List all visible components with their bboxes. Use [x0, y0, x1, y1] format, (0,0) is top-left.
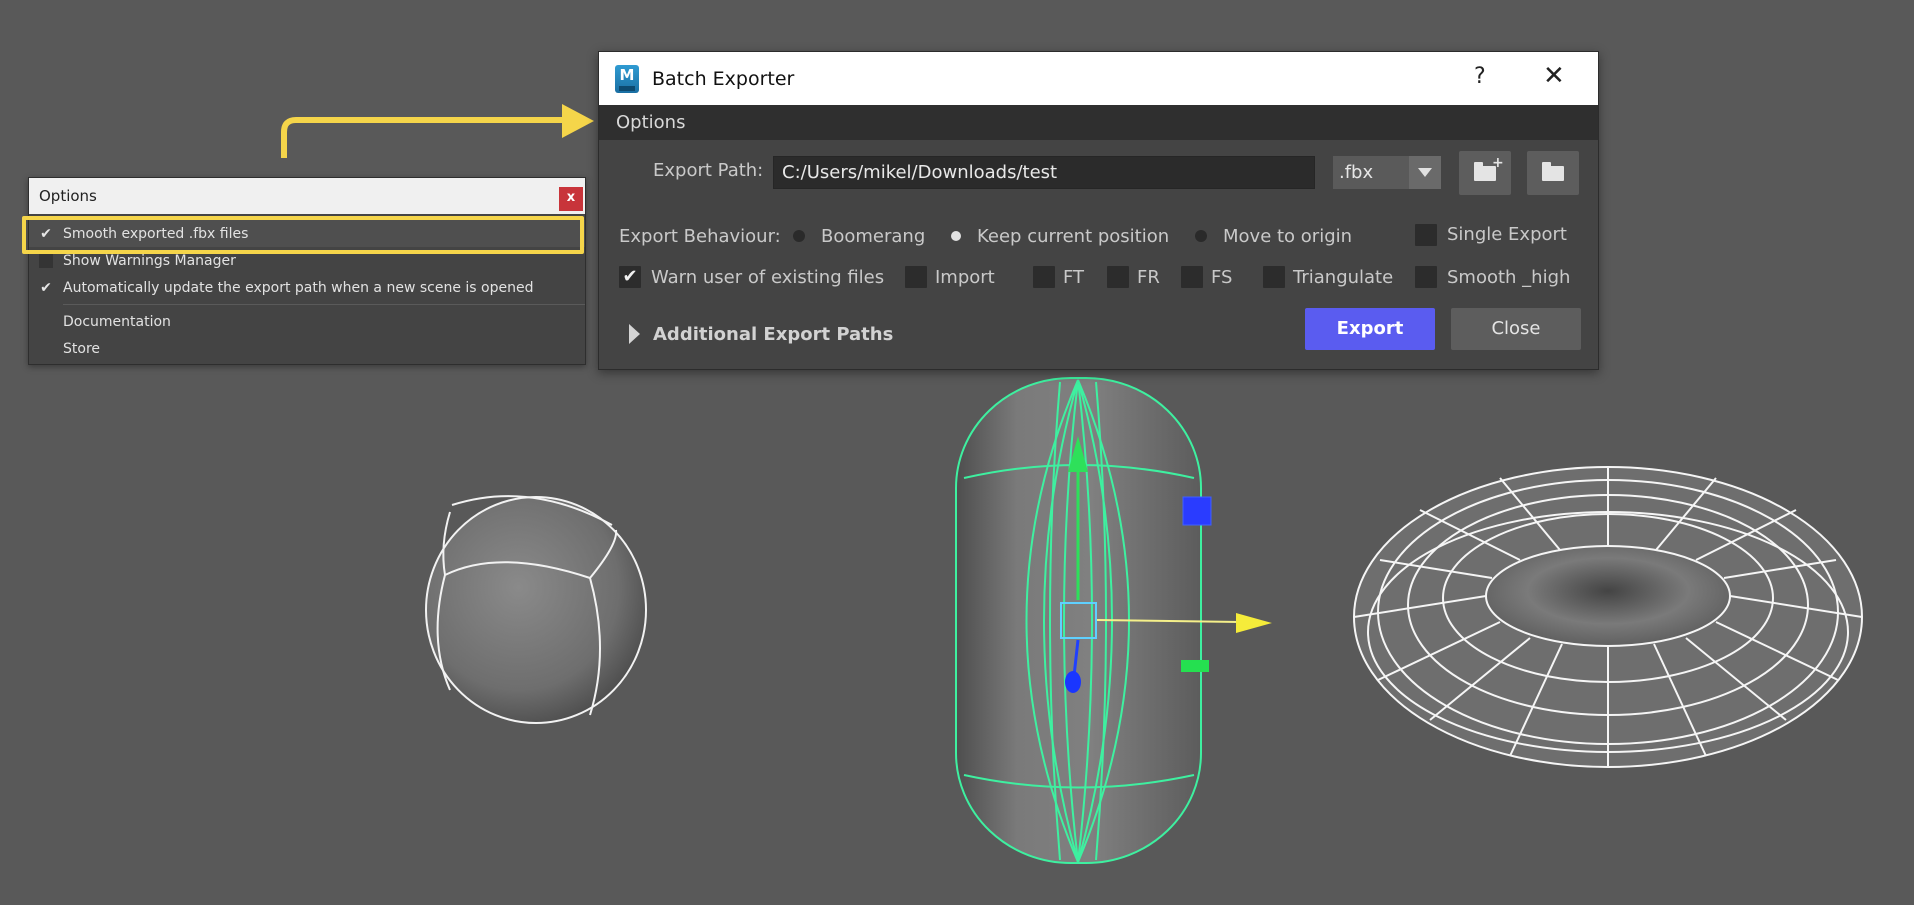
export-behaviour-label: Export Behaviour:	[619, 226, 781, 247]
callout-arrowhead	[562, 104, 594, 138]
radio-label-keep-position[interactable]: Keep current position	[977, 226, 1169, 247]
export-path-input[interactable]: C:/Users/mikel/Downloads/test	[773, 156, 1315, 189]
additional-export-paths-toggle[interactable]: Additional Export Paths	[653, 324, 893, 345]
close-icon[interactable]: ✕	[1543, 61, 1565, 91]
radio-label-move-to-origin[interactable]: Move to origin	[1223, 226, 1352, 247]
options-section-header[interactable]: Options	[599, 105, 1598, 140]
checkbox-fr[interactable]	[1107, 266, 1129, 288]
menu-item-label: Documentation	[63, 313, 171, 330]
options-popup-title: Options	[39, 187, 97, 205]
export-button[interactable]: Export	[1305, 308, 1435, 350]
help-icon[interactable]: ?	[1474, 64, 1486, 89]
open-folder-button[interactable]	[1527, 151, 1579, 195]
extension-value: .fbx	[1339, 162, 1374, 183]
export-path-row: Export Path: C:/Users/mikel/Downloads/te…	[599, 151, 1598, 195]
checkbox-label-ft[interactable]: FT	[1063, 267, 1084, 288]
radio-keep-position[interactable]	[951, 231, 961, 241]
checkbox-single-export[interactable]	[1415, 224, 1437, 246]
batch-exporter-window: M Batch Exporter ? ✕ Options Export Path…	[598, 51, 1599, 370]
sphere-object[interactable]	[425, 495, 647, 724]
checkbox-ft[interactable]	[1033, 266, 1055, 288]
callout-arrow	[281, 117, 568, 158]
menu-separator	[63, 304, 585, 305]
checkbox-label-warn-existing[interactable]: Warn user of existing files	[651, 267, 884, 288]
checkbox-fs[interactable]	[1181, 266, 1203, 288]
maya-app-icon: M	[615, 64, 639, 93]
radio-move-to-origin[interactable]	[1195, 230, 1207, 242]
checkbox-label-triangulate[interactable]: Triangulate	[1293, 267, 1393, 288]
menu-item-auto-update-path[interactable]: ✔ Automatically update the export path w…	[29, 274, 585, 301]
torus-object[interactable]	[1353, 466, 1863, 768]
capsule-object[interactable]	[955, 377, 1272, 864]
window-titlebar: M Batch Exporter ? ✕	[599, 52, 1598, 105]
checkbox-label-smooth-high[interactable]: Smooth _high	[1447, 267, 1570, 288]
close-icon[interactable]: x	[559, 187, 583, 211]
menu-item-label: Show Warnings Manager	[63, 252, 236, 269]
checkbox-import[interactable]	[905, 266, 927, 288]
chevron-down-icon	[1409, 156, 1441, 189]
new-folder-button[interactable]: +	[1459, 151, 1511, 195]
menu-item-label: Automatically update the export path whe…	[63, 279, 534, 296]
options-popup-titlebar: Options x	[29, 178, 585, 214]
radio-label-boomerang[interactable]: Boomerang	[821, 226, 925, 247]
export-path-label: Export Path:	[653, 160, 764, 181]
menu-item-label: Store	[63, 340, 101, 357]
checkbox-warn-existing[interactable]: ✔	[619, 266, 641, 288]
checkbox-label-fs[interactable]: FS	[1211, 267, 1232, 288]
radio-boomerang[interactable]	[793, 230, 805, 242]
checkbox-label-import[interactable]: Import	[935, 267, 995, 288]
highlight-frame	[22, 216, 584, 254]
extension-dropdown[interactable]: .fbx	[1333, 156, 1441, 189]
menu-item-store[interactable]: Store	[29, 335, 585, 362]
checkbox-triangulate[interactable]	[1263, 266, 1285, 288]
open-folder-icon	[1542, 162, 1564, 181]
checkbox-smooth-high[interactable]	[1415, 266, 1437, 288]
menu-item-documentation[interactable]: Documentation	[29, 308, 585, 335]
checkbox-label-fr[interactable]: FR	[1137, 267, 1160, 288]
expand-arrow-icon[interactable]	[629, 324, 640, 344]
options-popup: Options x ✔ Smooth exported .fbx files S…	[28, 177, 586, 365]
window-title: Batch Exporter	[652, 67, 795, 90]
checkmark-icon: ✔	[40, 279, 52, 296]
checkbox-label-single-export[interactable]: Single Export	[1447, 224, 1567, 245]
close-button[interactable]: Close	[1451, 308, 1581, 350]
